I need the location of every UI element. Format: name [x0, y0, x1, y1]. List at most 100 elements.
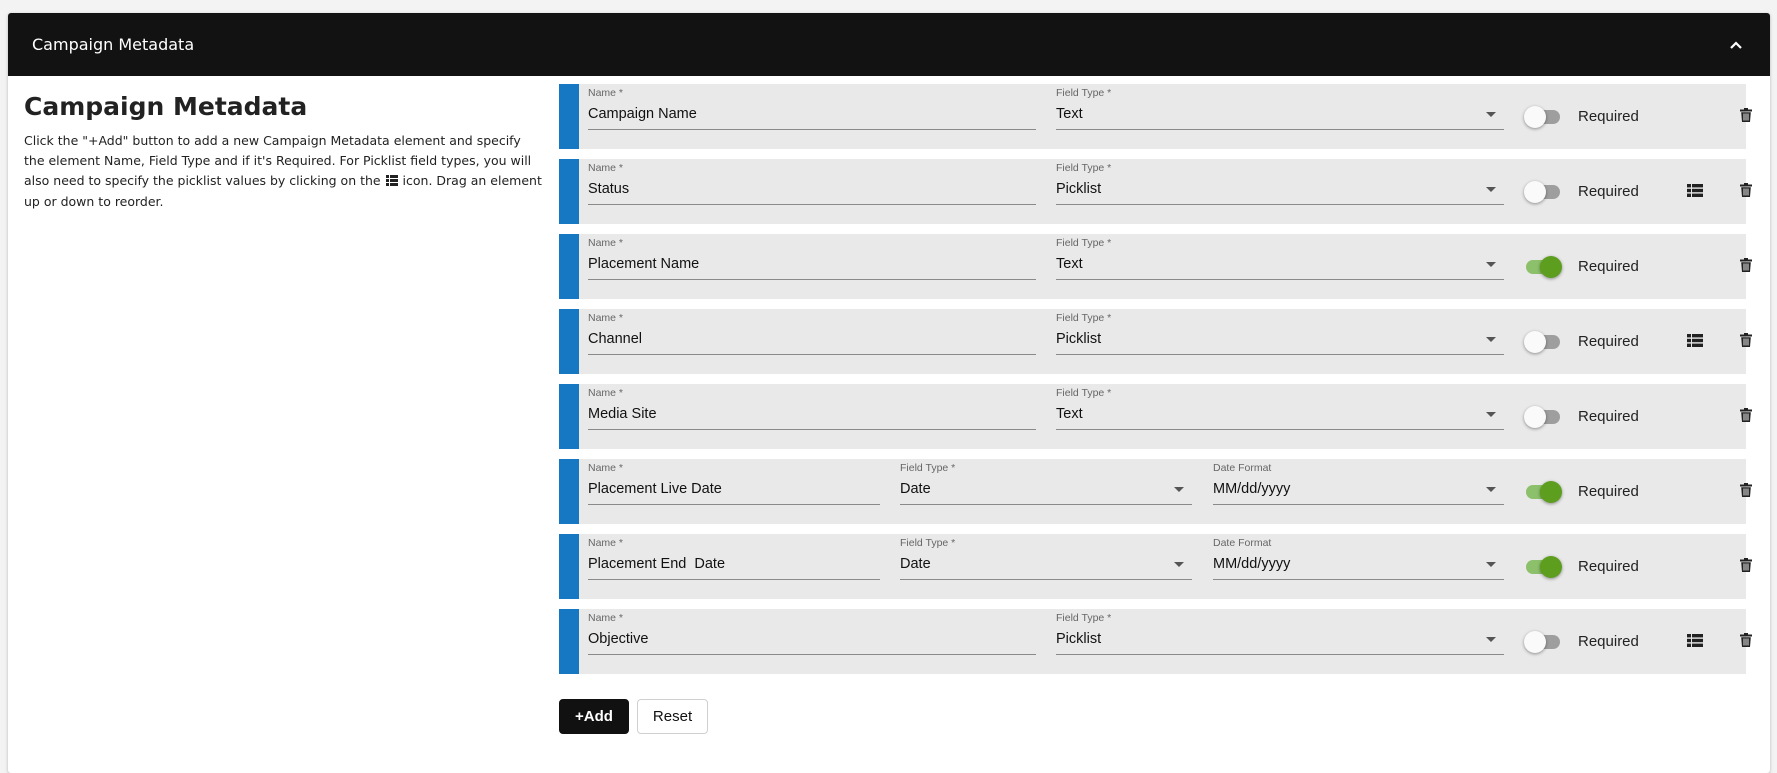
required-toggle[interactable] [1524, 631, 1562, 653]
name-input[interactable]: Placement Name [588, 250, 1036, 280]
trash-icon[interactable] [1740, 408, 1756, 426]
dropdown-caret-icon [1486, 262, 1496, 267]
dropdown-caret-icon [1486, 187, 1496, 192]
required-label: Required [1578, 333, 1639, 350]
metadata-row[interactable]: Name * Objective Field Type * Picklist Re… [559, 609, 1752, 674]
date-format-text: MM/dd/yyyy [1213, 556, 1291, 572]
field-type-value[interactable]: Text [1056, 250, 1504, 280]
name-field[interactable]: Name * Campaign Name [588, 87, 1036, 130]
metadata-row[interactable]: Name * Placement End Date Field Type * D… [559, 534, 1752, 599]
toggle-knob [1540, 481, 1562, 503]
name-label: Name * [588, 87, 624, 99]
name-field[interactable]: Name * Placement Live Date [588, 462, 880, 505]
field-type-value[interactable]: Picklist [1056, 175, 1504, 205]
trash-icon[interactable] [1740, 633, 1756, 651]
intro-section: Campaign Metadata Click the "+Add" butto… [24, 78, 544, 212]
field-type-value[interactable]: Text [1056, 400, 1504, 430]
list-icon[interactable] [1687, 634, 1705, 650]
date-format-select[interactable]: Date Format MM/dd/yyyy [1213, 462, 1504, 505]
metadata-row[interactable]: Name * Campaign Name Field Type * Text Re… [559, 84, 1752, 149]
field-type-select[interactable]: Field Type * Date [900, 537, 1192, 580]
field-type-select[interactable]: Field Type * Picklist [1056, 312, 1504, 355]
trash-icon[interactable] [1740, 108, 1756, 126]
field-type-label: Field Type * [1056, 162, 1112, 174]
field-type-select[interactable]: Field Type * Picklist [1056, 612, 1504, 655]
name-input[interactable]: Status [588, 175, 1036, 205]
name-input[interactable]: Campaign Name [588, 100, 1036, 130]
field-type-text: Text [1056, 106, 1083, 122]
field-type-select[interactable]: Field Type * Text [1056, 237, 1504, 280]
reset-button[interactable]: Reset [636, 699, 709, 734]
trash-icon[interactable] [1740, 483, 1756, 501]
field-type-select[interactable]: Field Type * Text [1056, 87, 1504, 130]
add-button[interactable]: +Add [559, 699, 629, 734]
field-type-select[interactable]: Field Type * Text [1056, 387, 1504, 430]
field-type-value[interactable]: Date [900, 550, 1192, 580]
list-icon[interactable] [1687, 334, 1705, 350]
required-toggle[interactable] [1524, 406, 1562, 428]
required-toggle[interactable] [1524, 331, 1562, 353]
field-type-label: Field Type * [1056, 312, 1112, 324]
dropdown-caret-icon [1486, 487, 1496, 492]
metadata-row[interactable]: Name * Status Field Type * Picklist Requi… [559, 159, 1752, 224]
metadata-row[interactable]: Name * Placement Live Date Field Type * … [559, 459, 1752, 524]
required-toggle[interactable] [1524, 481, 1562, 503]
dropdown-caret-icon [1486, 112, 1496, 117]
page-title: Campaign Metadata [24, 92, 308, 121]
intro-description: Click the "+Add" button to add a new Cam… [24, 131, 544, 212]
required-label: Required [1578, 108, 1639, 125]
field-type-select[interactable]: Field Type * Date [900, 462, 1192, 505]
metadata-row[interactable]: Name * Media Site Field Type * Text Requi… [559, 384, 1752, 449]
field-type-text: Picklist [1056, 631, 1102, 647]
toggle-knob [1524, 106, 1546, 128]
required-label: Required [1578, 183, 1639, 200]
metadata-element-list: Name * Campaign Name Field Type * Text Re… [559, 84, 1752, 684]
name-input[interactable]: Placement Live Date [588, 475, 880, 505]
name-field[interactable]: Name * Placement End Date [588, 537, 880, 580]
list-icon[interactable] [1687, 184, 1705, 200]
name-field[interactable]: Name * Status [588, 162, 1036, 205]
metadata-row[interactable]: Name * Channel Field Type * Picklist Requ… [559, 309, 1752, 374]
date-format-value[interactable]: MM/dd/yyyy [1213, 475, 1504, 505]
name-input[interactable]: Channel [588, 325, 1036, 355]
toggle-knob [1540, 556, 1562, 578]
date-format-value[interactable]: MM/dd/yyyy [1213, 550, 1504, 580]
name-input[interactable]: Media Site [588, 400, 1036, 430]
required-toggle[interactable] [1524, 106, 1562, 128]
trash-icon[interactable] [1740, 183, 1756, 201]
name-field[interactable]: Name * Objective [588, 612, 1036, 655]
name-field[interactable]: Name * Channel [588, 312, 1036, 355]
toggle-knob [1524, 331, 1546, 353]
trash-icon[interactable] [1740, 258, 1756, 276]
name-field[interactable]: Name * Media Site [588, 387, 1036, 430]
field-type-select[interactable]: Field Type * Picklist [1056, 162, 1504, 205]
required-toggle[interactable] [1524, 181, 1562, 203]
required-toggle[interactable] [1524, 256, 1562, 278]
panel-header[interactable]: Campaign Metadata [8, 13, 1770, 76]
trash-icon[interactable] [1740, 558, 1756, 576]
field-type-value[interactable]: Picklist [1056, 325, 1504, 355]
date-format-label: Date Format [1213, 462, 1272, 474]
required-label: Required [1578, 258, 1639, 275]
metadata-row[interactable]: Name * Placement Name Field Type * Text R… [559, 234, 1752, 299]
field-type-text: Date [900, 556, 931, 572]
chevron-up-icon[interactable] [1726, 35, 1746, 55]
field-type-value[interactable]: Text [1056, 100, 1504, 130]
action-buttons: +Add Reset [559, 699, 709, 734]
name-field[interactable]: Name * Placement Name [588, 237, 1036, 280]
name-input[interactable]: Objective [588, 625, 1036, 655]
date-format-select[interactable]: Date Format MM/dd/yyyy [1213, 537, 1504, 580]
name-input[interactable]: Placement End Date [588, 550, 880, 580]
required-toggle[interactable] [1524, 556, 1562, 578]
required-label: Required [1578, 633, 1639, 650]
trash-icon[interactable] [1740, 333, 1756, 351]
date-format-label: Date Format [1213, 537, 1272, 549]
name-label: Name * [588, 387, 624, 399]
dropdown-caret-icon [1486, 562, 1496, 567]
name-label: Name * [588, 462, 624, 474]
field-type-text: Date [900, 481, 931, 497]
dropdown-caret-icon [1174, 562, 1184, 567]
field-type-value[interactable]: Picklist [1056, 625, 1504, 655]
field-type-value[interactable]: Date [900, 475, 1192, 505]
panel-header-title: Campaign Metadata [32, 35, 195, 54]
